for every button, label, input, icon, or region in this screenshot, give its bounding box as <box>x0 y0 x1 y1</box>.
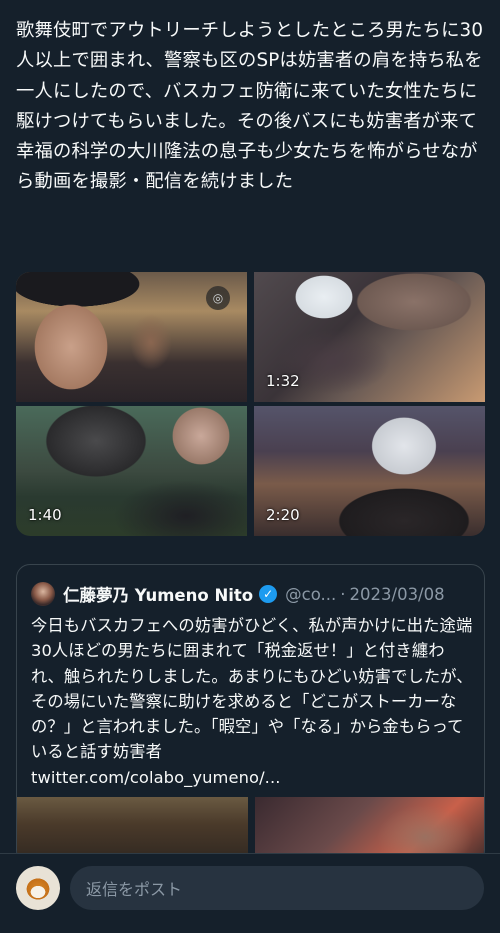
video-duration: 2:20 <box>266 506 300 524</box>
avatar[interactable] <box>31 582 55 606</box>
avatar[interactable] <box>16 866 60 910</box>
quoted-post-text: 今日もバスカフェへの妨害がひどく、私が声かけに出た途端30人ほどの男たちに囲まれ… <box>31 616 473 787</box>
post-text: 歌舞伎町でアウトリーチしようとしたところ男たちに30人以上で囲まれ、警察も区のS… <box>16 20 484 193</box>
media-grid: ◎ 1:32 1:40 2:20 <box>16 272 485 536</box>
separator: · <box>340 584 346 604</box>
video-duration: 1:40 <box>28 506 62 524</box>
video-duration: 1:32 <box>266 372 300 390</box>
verified-badge-icon: ✓ <box>259 585 278 603</box>
gif-icon: ◎ <box>206 286 230 310</box>
media-tile-4[interactable]: 2:20 <box>254 406 485 536</box>
handle: @co... <box>285 584 337 604</box>
media-tile-3[interactable]: 1:40 <box>16 406 247 536</box>
quoted-post[interactable]: 仁藤夢乃 Yumeno Nito ✓ @co... · 2023/03/08 今… <box>16 564 485 864</box>
quoted-post-header: 仁藤夢乃 Yumeno Nito ✓ @co... · 2023/03/08 <box>31 581 476 607</box>
fox-avatar-icon <box>24 876 52 902</box>
media-tile-1[interactable]: ◎ <box>16 272 247 402</box>
reply-placeholder: 返信をポスト <box>86 880 183 899</box>
reply-bar: 返信をポスト <box>0 853 500 933</box>
display-name: 仁藤夢乃 Yumeno Nito <box>63 586 254 605</box>
post-date: 2023/03/08 <box>349 584 445 604</box>
reply-input[interactable]: 返信をポスト <box>70 866 484 910</box>
media-tile-2[interactable]: 1:32 <box>254 272 485 402</box>
